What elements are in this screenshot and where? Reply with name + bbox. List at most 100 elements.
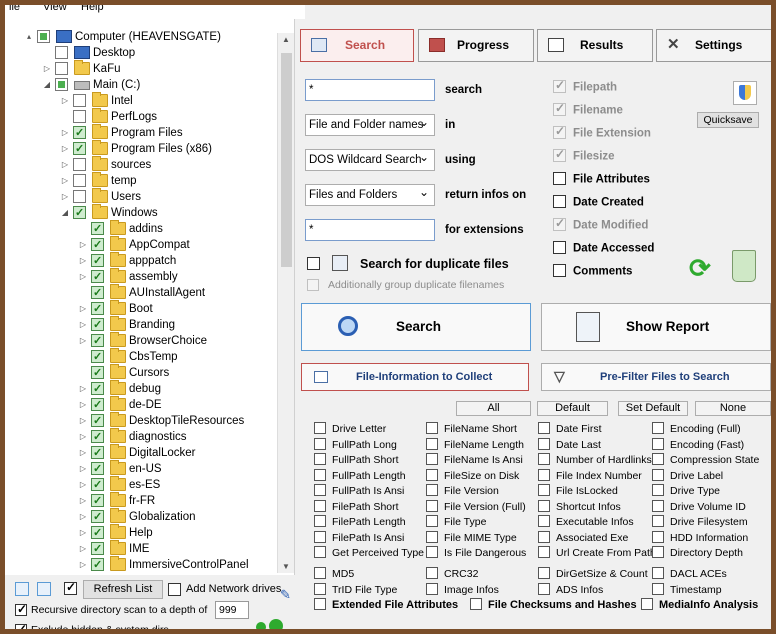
expander-icon[interactable] [43, 49, 51, 57]
search-mode-select[interactable]: File and Folder names [305, 112, 435, 136]
expander-icon[interactable]: ▷ [79, 481, 87, 489]
tree-checkbox[interactable] [73, 190, 86, 203]
mediainfo-group[interactable]: MediaInfo Analysis [641, 598, 758, 611]
tree-checkbox[interactable] [73, 158, 86, 171]
return-type-select[interactable]: Files and Folders [305, 182, 435, 206]
tree-item[interactable]: ▷ BrowserChoice [79, 332, 270, 349]
info-option[interactable]: Executable Infos [538, 515, 634, 528]
info-option[interactable]: Encoding (Fast) [652, 437, 744, 451]
info-option-checkbox[interactable] [538, 437, 550, 450]
expander-icon[interactable]: ▷ [79, 449, 87, 457]
scroll-up-icon[interactable]: ▲ [282, 35, 290, 44]
info-option[interactable]: Drive Filesystem [652, 515, 748, 528]
expander-icon[interactable]: ▷ [61, 129, 69, 137]
tree-checkbox[interactable] [91, 397, 104, 413]
info-option-checkbox[interactable] [426, 567, 438, 580]
expander-icon[interactable] [79, 369, 87, 377]
info-option[interactable]: Drive Volume ID [652, 499, 746, 513]
tree-checkbox[interactable] [91, 381, 104, 397]
tree-checkbox[interactable] [91, 221, 104, 237]
info-option[interactable]: FileSize on Disk [426, 468, 519, 482]
search-pattern-select[interactable]: DOS Wildcard Search [305, 147, 435, 171]
tree-item[interactable]: ▷ fr-FR [79, 492, 270, 509]
tree-item[interactable]: ▷ es-ES [79, 476, 270, 493]
depth-input[interactable]: 999 [215, 601, 249, 619]
column-option[interactable]: Date Accessed [553, 241, 654, 255]
info-option[interactable]: Associated Exe [538, 530, 628, 544]
info-option-checkbox[interactable] [314, 546, 326, 559]
info-option[interactable]: File Index Number [538, 468, 642, 482]
expander-icon[interactable]: ▷ [79, 385, 87, 393]
tree-checkbox[interactable] [73, 125, 86, 141]
tree-checkbox[interactable] [37, 30, 50, 43]
tree-checkbox[interactable] [91, 461, 104, 477]
column-option[interactable]: File Attributes [553, 172, 650, 186]
tree-item[interactable]: ▷ sources [61, 156, 270, 173]
info-option-checkbox[interactable] [426, 530, 438, 543]
tree-checkbox[interactable] [73, 205, 86, 221]
info-option-checkbox[interactable] [652, 468, 664, 481]
info-option[interactable]: File Version (Full) [426, 499, 526, 513]
column-option-checkbox[interactable] [553, 216, 566, 231]
info-option-checkbox[interactable] [652, 453, 664, 466]
info-option-checkbox[interactable] [426, 546, 438, 559]
info-option-checkbox[interactable] [426, 453, 438, 466]
info-option-checkbox[interactable] [314, 422, 326, 435]
info-option-checkbox[interactable] [538, 582, 550, 595]
column-option-checkbox[interactable] [553, 78, 566, 93]
info-option-checkbox[interactable] [426, 515, 438, 528]
tab-settings[interactable]: ✕ Settings [656, 29, 771, 62]
info-option-checkbox[interactable] [426, 437, 438, 450]
expand-icon[interactable] [15, 582, 29, 596]
info-option[interactable]: FileName Is Ansi [426, 453, 523, 466]
shield-icon[interactable] [733, 81, 757, 105]
tree-checkbox[interactable] [91, 333, 104, 349]
info-option[interactable]: FilePath Is Ansi [314, 530, 404, 544]
tree-checkbox[interactable] [73, 141, 86, 157]
info-option-checkbox[interactable] [538, 468, 550, 481]
info-option[interactable]: DirGetSize & Count [538, 567, 648, 580]
info-option[interactable]: FilePath Length [314, 515, 406, 528]
exclude-checkbox[interactable] [15, 622, 27, 629]
refresh-list-button[interactable]: Refresh List [83, 580, 163, 599]
info-option-checkbox[interactable] [652, 437, 664, 450]
tree-item[interactable]: ▷ AppCompat [79, 236, 270, 253]
tree-item[interactable]: ▷ Program Files [61, 124, 270, 141]
column-option[interactable]: Date Created [553, 195, 644, 209]
tree-checkbox[interactable] [91, 269, 104, 285]
info-option-checkbox[interactable] [314, 437, 326, 450]
info-option-checkbox[interactable] [652, 582, 664, 595]
tree-item[interactable]: ▷ DigitalLocker [79, 444, 270, 461]
extended-attributes-group[interactable]: Extended File Attributes [314, 598, 458, 611]
expander-icon[interactable]: ▷ [61, 193, 69, 201]
info-option-checkbox[interactable] [426, 484, 438, 497]
tree-checkbox[interactable] [91, 525, 104, 541]
tree-item[interactable]: ▷ diagnostics [79, 428, 270, 445]
info-option[interactable]: HDD Information [652, 530, 748, 544]
info-option[interactable]: DACL ACEs [652, 567, 727, 580]
info-option-checkbox[interactable] [652, 530, 664, 543]
collect-section-button[interactable]: File-Information to Collect [301, 363, 529, 391]
scroll-down-icon[interactable]: ▼ [282, 562, 290, 571]
recursive-checkbox[interactable] [15, 602, 27, 616]
expander-icon[interactable]: ▷ [79, 513, 87, 521]
tree-item[interactable]: ▷ Intel [61, 92, 270, 109]
extensions-input[interactable]: * [305, 219, 435, 241]
expander-icon[interactable]: ◢ [61, 209, 69, 217]
expander-icon[interactable]: ▷ [79, 417, 87, 425]
expander-icon[interactable]: ▷ [79, 305, 87, 313]
column-option-checkbox[interactable] [553, 264, 566, 277]
info-option-checkbox[interactable] [426, 422, 438, 435]
checksums-group[interactable]: File Checksums and Hashes [470, 598, 637, 611]
tree-checkbox[interactable] [91, 541, 104, 557]
checksums-checkbox[interactable] [470, 598, 482, 611]
tree-item[interactable]: ▷ assembly [79, 268, 270, 285]
expander-icon[interactable]: ▷ [61, 161, 69, 169]
tree-checkbox[interactable] [91, 509, 104, 525]
tree-checkbox[interactable] [91, 253, 104, 269]
info-option[interactable]: Drive Letter [314, 422, 386, 435]
expander-icon[interactable]: ▷ [79, 529, 87, 537]
tab-progress[interactable]: Progress [418, 29, 534, 62]
refresh-icon[interactable]: ⟳ [689, 255, 715, 281]
info-option[interactable]: Drive Label [652, 468, 723, 482]
